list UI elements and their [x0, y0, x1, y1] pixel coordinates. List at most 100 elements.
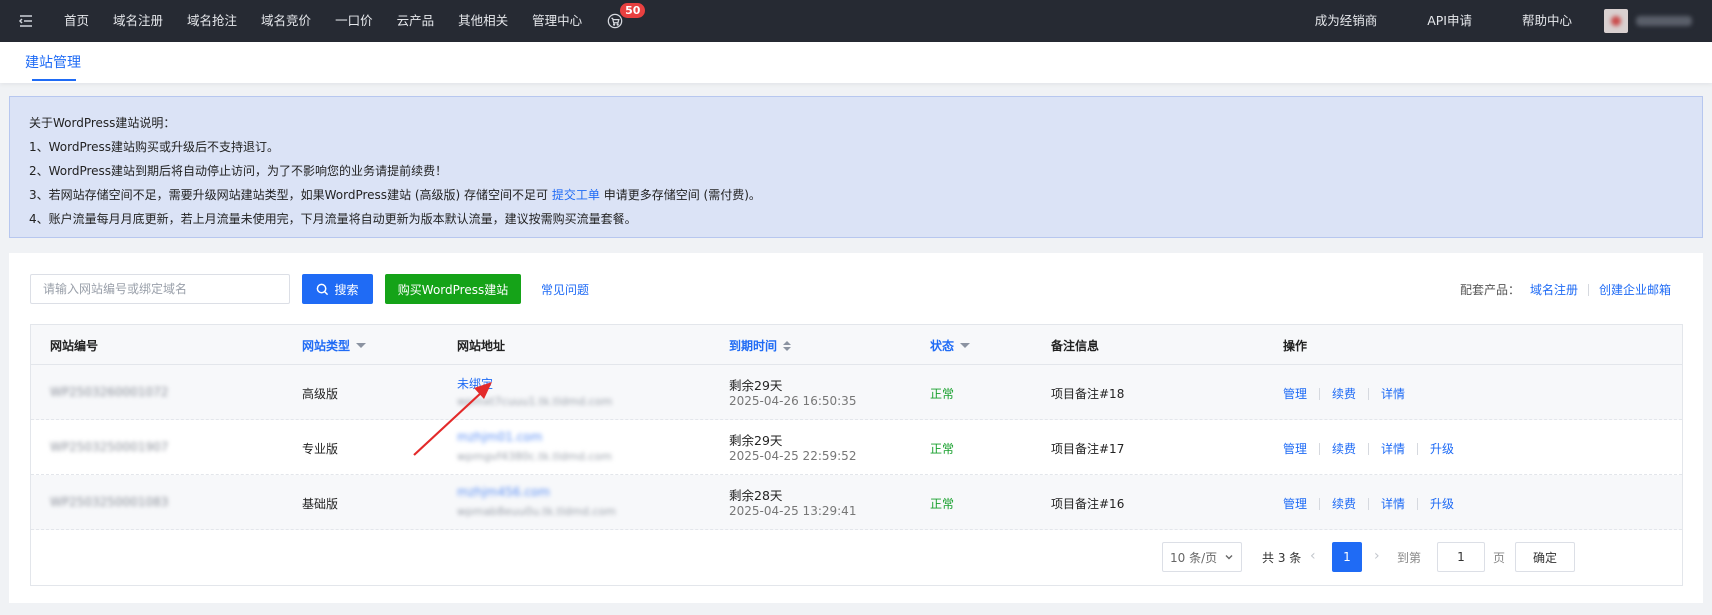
- site-note: 项目备注#16: [1051, 497, 1125, 511]
- upgrade-link[interactable]: 升级: [1430, 495, 1454, 512]
- next-page-icon[interactable]: ›: [1374, 549, 1380, 563]
- nav-become-reseller[interactable]: 成为经销商: [1315, 0, 1402, 42]
- page-label: 页: [1493, 551, 1506, 565]
- renew-link[interactable]: 续费: [1332, 495, 1356, 512]
- related-label: 配套产品：: [1459, 283, 1520, 297]
- table-row: WP2503250001907 专业版 mzhjm01.com wpmgvf43…: [31, 420, 1682, 475]
- renew-link[interactable]: 续费: [1332, 385, 1356, 402]
- header-note: 备注信息: [1051, 339, 1100, 353]
- detail-link[interactable]: 详情: [1381, 495, 1405, 512]
- page-size-select[interactable]: 10 条/页: [1162, 542, 1242, 572]
- nav-domain-register[interactable]: 域名注册: [101, 0, 175, 42]
- divider: [1368, 387, 1370, 400]
- notice-line-3: 3、若网站存储空间不足，需要升级网站建站类型，如果WordPress建站 (高级…: [29, 183, 1683, 207]
- toolbar: 搜索 购买WordPress建站 常见问题 配套产品： 域名注册 创建企业邮箱: [9, 253, 1703, 323]
- notice-line-3-post: 申请更多存储空间 (需付费)。: [599, 188, 761, 202]
- notice-line-2: 2、WordPress建站到期后将自动停止访问，为了不影响您的业务请提前续费！: [29, 164, 448, 178]
- goto-label: 到第: [1397, 551, 1422, 565]
- divider: [1417, 442, 1419, 455]
- expire-remaining: 剩余29天: [729, 378, 783, 393]
- expire-time: 2025-04-25 22:59:52: [729, 449, 857, 463]
- search-icon: [317, 283, 329, 295]
- user-menu[interactable]: [1604, 9, 1692, 33]
- status-badge: 正常: [930, 387, 955, 401]
- header-site-address: 网站地址: [457, 339, 506, 353]
- nav-management-center[interactable]: 管理中心: [520, 0, 594, 42]
- site-default-domain: wpmgvf4380c.tk.tldmd.com: [457, 450, 612, 463]
- nav-cloud-products[interactable]: 云产品: [385, 0, 447, 42]
- table-header: 网站编号 网站类型 网站地址 到期时间 状态 备注信息 操作: [31, 325, 1682, 365]
- header-operations: 操作: [1283, 339, 1308, 353]
- top-nav: 首页 域名注册 域名抢注 域名竞价 一口价 云产品 其他相关 管理中心 50 成…: [0, 0, 1712, 42]
- faq-link[interactable]: 常见问题: [541, 281, 589, 298]
- nav-home[interactable]: 首页: [52, 0, 101, 42]
- divider: [1587, 283, 1589, 296]
- table-body: WP2503260001072 高级版 未绑定 wpmxt7cuuu1.tk.t…: [31, 365, 1682, 530]
- notice-line-1: 1、WordPress建站购买或升级后不支持退订。: [29, 140, 280, 154]
- header-status-label: 状态: [930, 339, 955, 353]
- detail-link[interactable]: 详情: [1381, 440, 1405, 457]
- header-site-type[interactable]: 网站类型: [302, 337, 367, 354]
- notice-panel: 关于WordPress建站说明： 1、WordPress建站购买或升级后不支持退…: [9, 96, 1703, 238]
- site-id: WP2503250001907: [50, 440, 169, 454]
- manage-link[interactable]: 管理: [1283, 495, 1307, 512]
- nav-others[interactable]: 其他相关: [446, 0, 520, 42]
- header-status[interactable]: 状态: [930, 337, 971, 354]
- buy-wordpress-button[interactable]: 购买WordPress建站: [385, 274, 521, 304]
- row-operations: 管理 续费 详情 升级: [1283, 495, 1454, 512]
- submit-ticket-link[interactable]: 提交工单: [552, 188, 600, 202]
- nav-fixed-price[interactable]: 一口价: [323, 0, 385, 42]
- row-operations: 管理 续费 详情: [1283, 385, 1405, 402]
- site-default-domain: wpmxt7cuuu1.tk.tldmd.com: [457, 395, 613, 408]
- status-badge: 正常: [930, 442, 955, 456]
- nav-domain-auction[interactable]: 域名竞价: [249, 0, 323, 42]
- cart-badge: 50: [620, 3, 646, 18]
- chevron-down-icon: [1225, 555, 1233, 560]
- notice-title: 关于WordPress建站说明：: [29, 116, 176, 130]
- divider: [1368, 442, 1370, 455]
- expire-remaining: 剩余29天: [729, 433, 783, 448]
- expire-time: 2025-04-26 16:50:35: [729, 394, 857, 408]
- status-badge: 正常: [930, 497, 955, 511]
- sub-header: 建站管理: [0, 42, 1712, 83]
- menu-icon[interactable]: [0, 0, 52, 42]
- header-site-id: 网站编号: [50, 339, 99, 353]
- site-bound-domain[interactable]: mzhjm01.com: [457, 430, 542, 444]
- site-note: 项目备注#18: [1051, 387, 1125, 401]
- tab-underline: [32, 79, 76, 81]
- header-expire-time[interactable]: 到期时间: [729, 337, 792, 354]
- nav-help-center[interactable]: 帮助中心: [1522, 0, 1596, 42]
- cart-icon[interactable]: 50: [606, 3, 646, 30]
- renew-link[interactable]: 续费: [1332, 440, 1356, 457]
- site-address-unbound[interactable]: 未绑定: [457, 375, 493, 392]
- tab-site-management[interactable]: 建站管理: [25, 52, 81, 72]
- site-type: 基础版: [302, 497, 339, 511]
- site-bound-domain[interactable]: mzhjm456.com: [457, 485, 550, 499]
- search-button[interactable]: 搜索: [302, 274, 373, 304]
- username-blurred: [1636, 16, 1692, 26]
- site-default-domain: wpmab8euu0u.tk.tldmd.com: [457, 505, 616, 518]
- site-table: 网站编号 网站类型 网站地址 到期时间 状态 备注信息 操作 WP2503260…: [30, 324, 1683, 586]
- manage-link[interactable]: 管理: [1283, 385, 1307, 402]
- manage-link[interactable]: 管理: [1283, 440, 1307, 457]
- nav-api-apply[interactable]: API申请: [1427, 0, 1496, 42]
- goto-page-input[interactable]: [1437, 542, 1485, 572]
- search-input[interactable]: [30, 274, 290, 304]
- divider: [1319, 497, 1321, 510]
- detail-link[interactable]: 详情: [1381, 385, 1405, 402]
- divider: [1368, 497, 1370, 510]
- sort-icon: [783, 340, 792, 351]
- prev-page-icon[interactable]: ‹: [1310, 549, 1316, 563]
- filter-icon: [356, 343, 367, 348]
- goto-confirm-button[interactable]: 确定: [1515, 542, 1575, 572]
- upgrade-link[interactable]: 升级: [1430, 440, 1454, 457]
- expire-remaining: 剩余28天: [729, 488, 783, 503]
- site-type: 高级版: [302, 387, 339, 401]
- site-list-card: 搜索 购买WordPress建站 常见问题 配套产品： 域名注册 创建企业邮箱 …: [9, 253, 1703, 603]
- related-create-email-link[interactable]: 创建企业邮箱: [1599, 281, 1671, 298]
- site-id: WP2503250001083: [50, 495, 169, 509]
- notice-line-3-pre: 3、若网站存储空间不足，需要升级网站建站类型，如果WordPress建站 (高级…: [29, 188, 552, 202]
- nav-domain-snap[interactable]: 域名抢注: [175, 0, 249, 42]
- related-domain-register-link[interactable]: 域名注册: [1530, 281, 1578, 298]
- current-page[interactable]: 1: [1332, 542, 1362, 572]
